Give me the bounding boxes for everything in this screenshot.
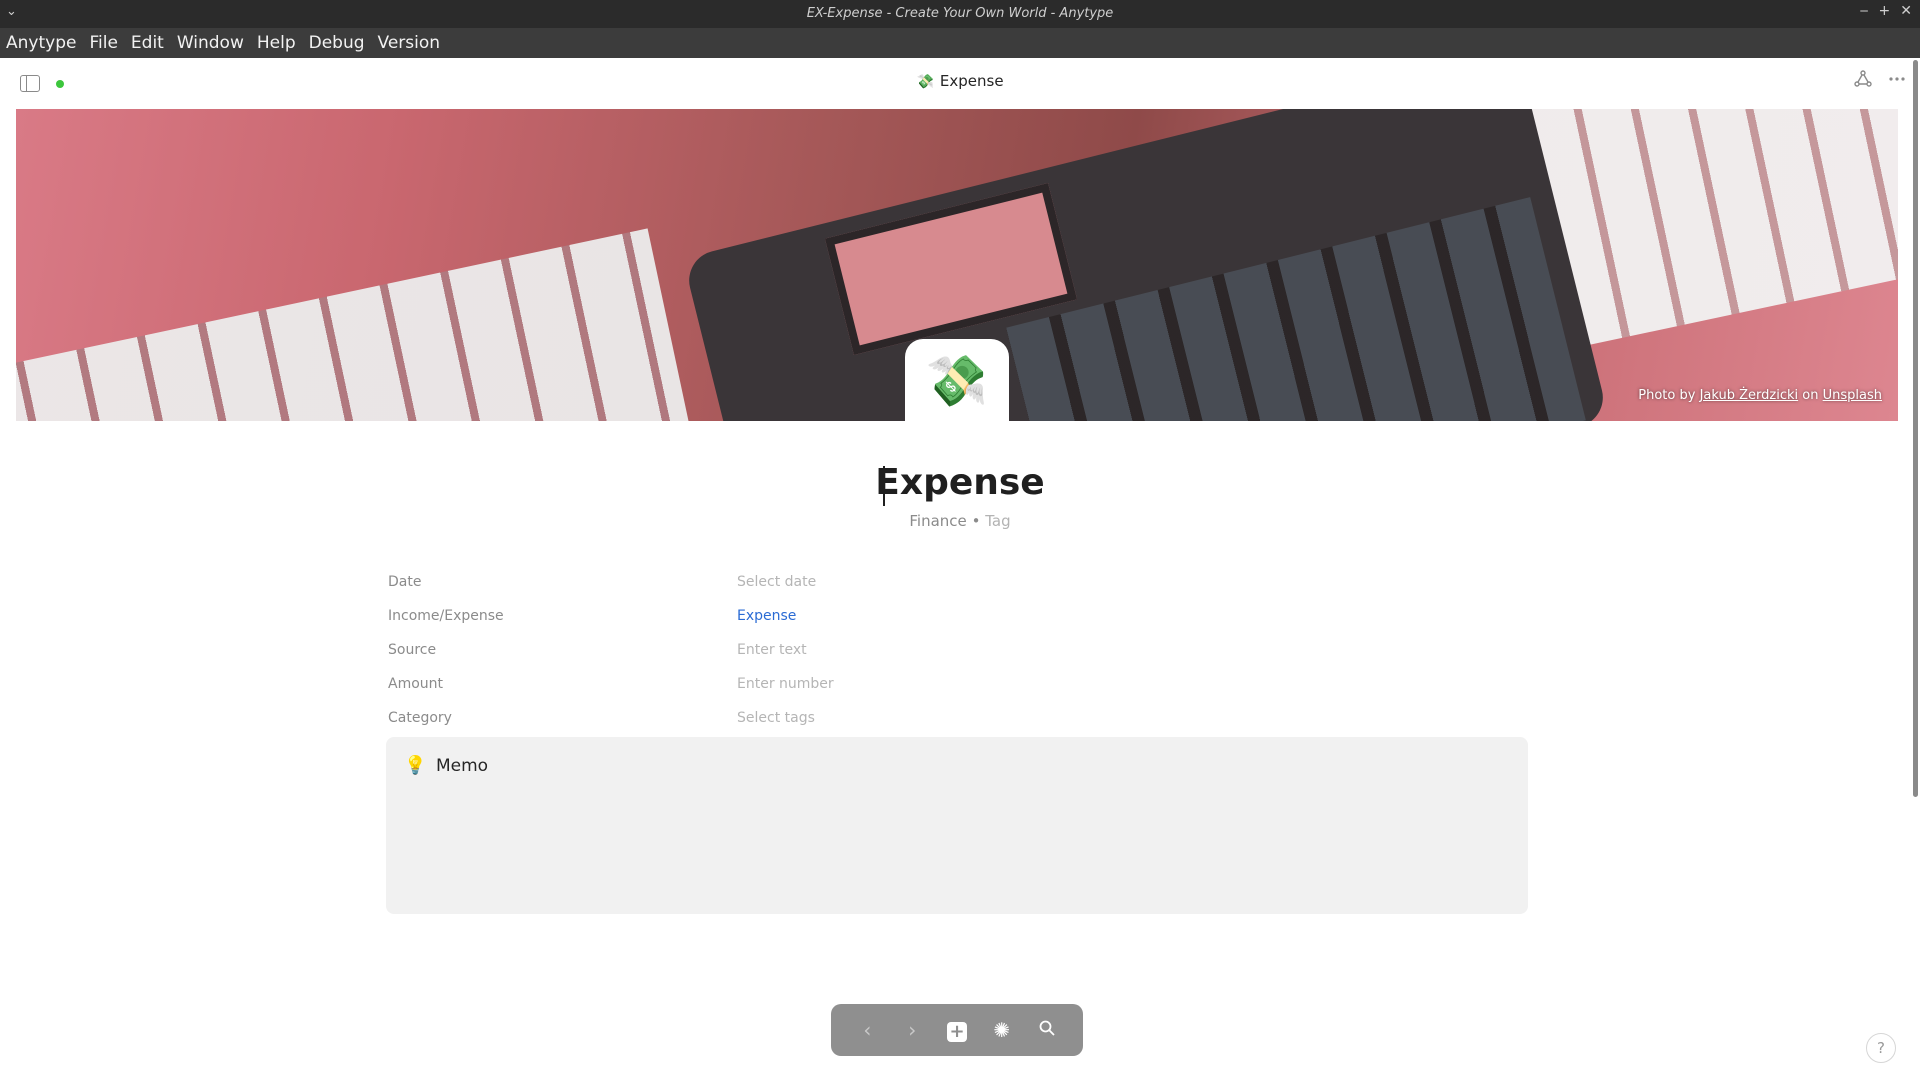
header-actions [1854, 70, 1906, 93]
share-graph-icon[interactable] [1854, 70, 1872, 93]
menu-window[interactable]: Window [177, 33, 244, 53]
menu-version[interactable]: Version [378, 33, 441, 53]
header-object-emoji-icon: 💸 [916, 74, 934, 90]
relation-row-source[interactable]: Source Enter text [388, 633, 1528, 667]
forward-arrow-icon[interactable]: › [897, 1018, 927, 1042]
relation-value[interactable]: Select date [737, 574, 816, 590]
header-object-title[interactable]: 💸 Expense [0, 72, 1920, 90]
featured-tag-placeholder[interactable]: Tag [985, 512, 1010, 530]
lightbulb-icon[interactable]: 💡 [404, 755, 426, 776]
relation-row-category[interactable]: Category Select tags [388, 701, 1528, 735]
page-header: 💸 Expense [0, 58, 1920, 110]
back-arrow-icon[interactable]: ‹ [852, 1018, 882, 1042]
callout-text[interactable]: Memo [436, 756, 488, 776]
menubar: Anytype File Edit Window Help Debug Vers… [0, 28, 1920, 58]
window-title: EX-Expense - Create Your Own World - Any… [806, 6, 1114, 21]
page-title[interactable]: Expense [0, 462, 1920, 503]
bottom-navigation: ‹ › + ✺ [831, 1004, 1083, 1056]
help-button[interactable]: ? [1866, 1033, 1896, 1063]
window-titlebar: ⌄ EX-Expense - Create Your Own World - A… [0, 0, 1920, 28]
credit-author-link[interactable]: Jakub Żerdzicki [1700, 388, 1799, 403]
relation-name: Source [388, 642, 437, 658]
maximize-button[interactable]: + [1879, 3, 1891, 19]
relation-value[interactable]: Select tags [737, 710, 815, 726]
menu-help[interactable]: Help [257, 33, 296, 53]
search-icon[interactable] [1032, 1018, 1062, 1042]
menu-debug[interactable]: Debug [309, 33, 365, 53]
relation-name: Category [388, 710, 452, 726]
page-emoji-icon[interactable]: 💸 [905, 339, 1009, 423]
more-icon[interactable] [1888, 70, 1906, 93]
relation-value[interactable]: Expense [737, 608, 796, 624]
credit-site-link[interactable]: Unsplash [1823, 388, 1882, 403]
featured-type[interactable]: Finance [909, 512, 966, 530]
relation-value[interactable]: Enter number [737, 676, 834, 692]
page-scrollbar[interactable] [1913, 60, 1918, 797]
relation-name: Amount [388, 676, 444, 692]
credit-prefix: Photo by [1638, 388, 1696, 403]
menu-anytype[interactable]: Anytype [6, 33, 76, 53]
header-object-title-text: Expense [939, 72, 1004, 90]
relation-value[interactable]: Enter text [737, 642, 807, 658]
minimize-button[interactable]: ‒ [1860, 3, 1869, 19]
relations-list: Date Select date Income/Expense Expense … [388, 565, 1528, 735]
menu-edit[interactable]: Edit [131, 33, 164, 53]
window-controls: ‒ + ✕ [1860, 3, 1912, 19]
graph-icon[interactable]: ✺ [987, 1018, 1017, 1042]
relation-row-income-expense[interactable]: Income/Expense Expense [388, 599, 1528, 633]
plus-icon: + [946, 1022, 967, 1042]
cover-credit: Photo by Jakub Żerdzicki on Unsplash [1638, 388, 1882, 403]
close-button[interactable]: ✕ [1900, 3, 1912, 19]
relation-row-amount[interactable]: Amount Enter number [388, 667, 1528, 701]
menu-file[interactable]: File [89, 33, 117, 53]
cover-keyboard-left [16, 228, 690, 421]
memo-callout-block[interactable]: 💡 Memo [386, 737, 1528, 914]
featured-separator: • [971, 512, 981, 530]
relation-row-date[interactable]: Date Select date [388, 565, 1528, 599]
relation-name: Income/Expense [388, 608, 504, 624]
add-object-icon[interactable]: + [942, 1018, 972, 1042]
featured-relations: Finance • Tag [0, 512, 1920, 530]
relation-name: Date [388, 574, 422, 590]
credit-on: on [1802, 388, 1819, 403]
